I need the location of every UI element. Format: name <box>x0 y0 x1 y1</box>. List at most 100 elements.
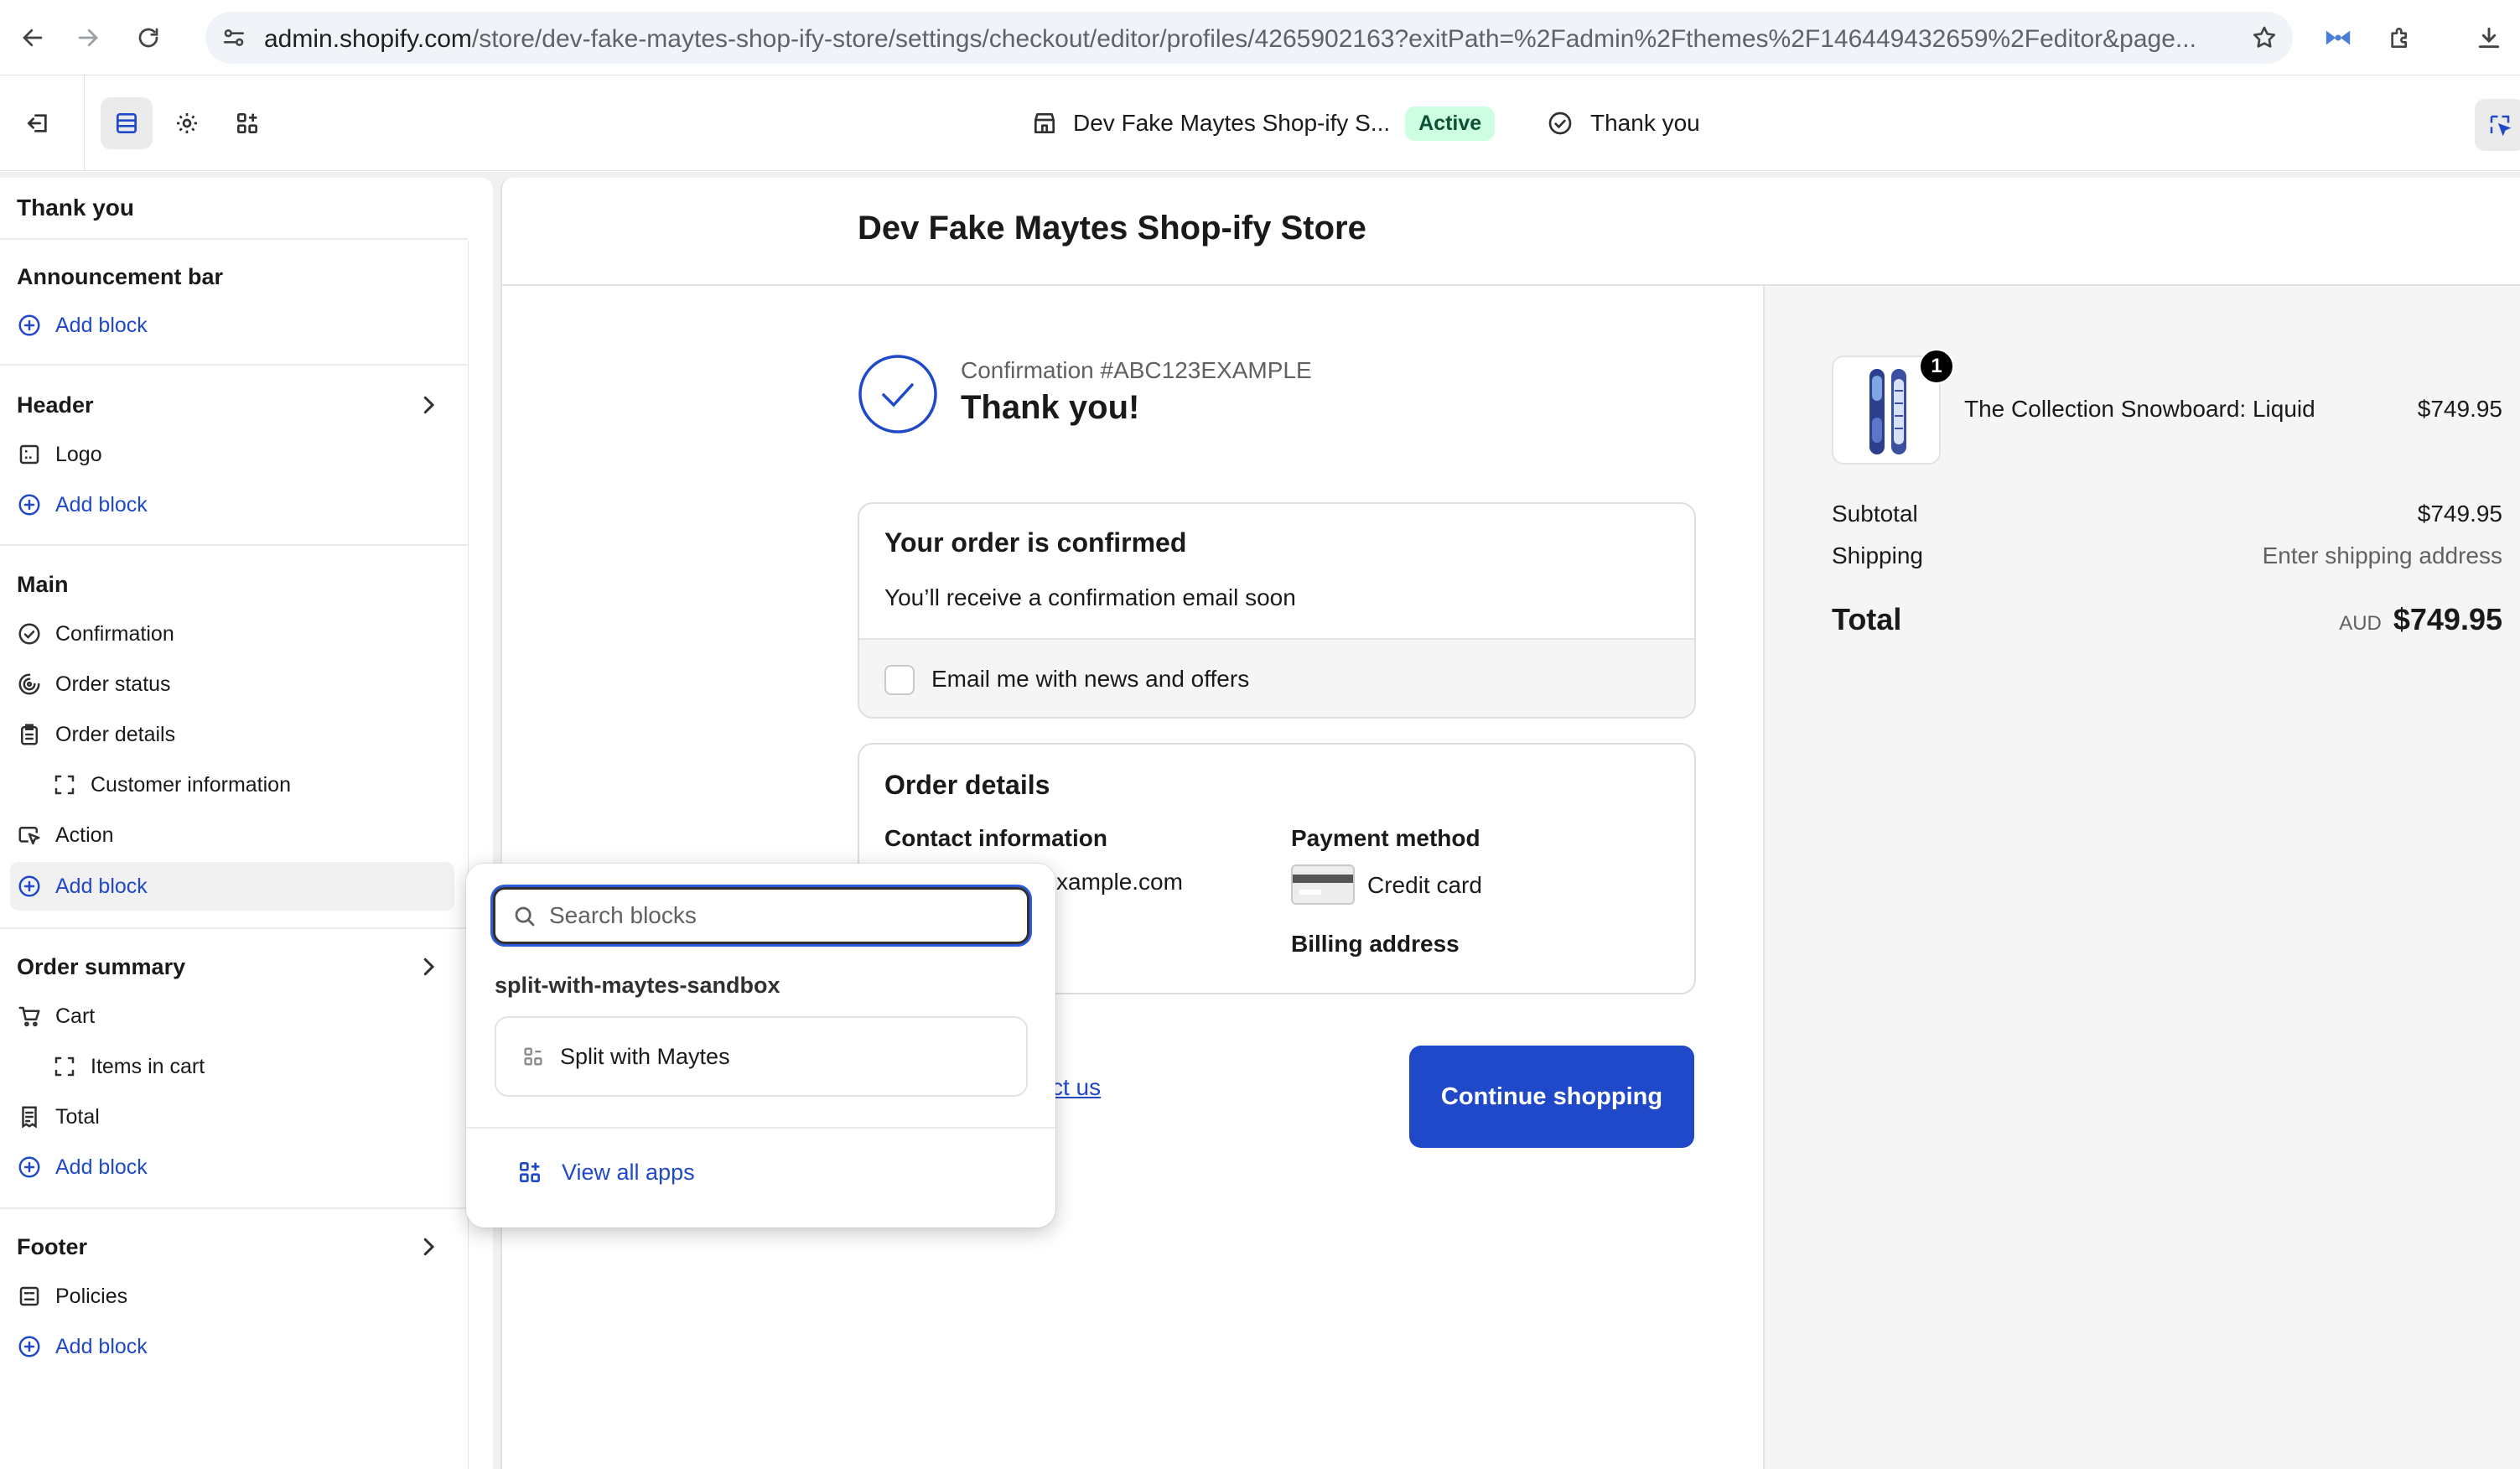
section-main[interactable]: Main <box>17 572 69 598</box>
item-label: Total <box>55 1104 100 1129</box>
add-block-footer[interactable]: Add block <box>17 1330 148 1363</box>
sections-sidebar: Thank you Announcement bar Add block Hea… <box>0 178 493 1469</box>
confirmation-number: Confirmation #ABC123EXAMPLE <box>961 357 1312 383</box>
toolbar-divider <box>84 75 85 171</box>
cart-icon <box>18 1006 40 1027</box>
split-with-maytes-label: Split with Maytes <box>560 1043 730 1069</box>
browser-toolbar: admin.shopify.com/store/dev-fake-maytes-… <box>0 0 2520 75</box>
thank-you-heading: Thank you! <box>961 389 1140 426</box>
store-selector[interactable]: Dev Fake Maytes Shop-ify S... Active <box>1031 75 1496 171</box>
section-header[interactable]: Header <box>17 392 94 418</box>
add-block-announcement[interactable]: Add block <box>17 309 148 342</box>
sidebar-item-items-in-cart[interactable]: Items in cart <box>52 1050 205 1083</box>
sidebar-item-order-status[interactable]: Order status <box>17 667 171 701</box>
reload-button[interactable] <box>129 18 168 57</box>
apps-button[interactable] <box>221 97 273 149</box>
email-optin-row[interactable]: Email me with news and offers <box>859 638 1694 717</box>
sidebar-item-total[interactable]: Total <box>17 1100 100 1134</box>
search-icon <box>515 906 535 927</box>
shipping-value: Enter shipping address <box>2262 542 2502 568</box>
contact-us-link[interactable]: ct us <box>1051 1074 1101 1101</box>
preview-header: Dev Fake Maytes Shop-ify Store <box>502 178 2520 286</box>
subtotal-row: Subtotal $749.95 <box>1832 501 2502 527</box>
back-button[interactable] <box>13 18 52 57</box>
total-label: Total <box>1832 602 1902 636</box>
section-announcement-bar[interactable]: Announcement bar <box>17 264 223 290</box>
sidebar-item-action[interactable]: Action <box>17 818 113 852</box>
placeholder-block-icon <box>54 1056 75 1077</box>
apps-icon <box>237 113 257 133</box>
extension-button[interactable] <box>2319 18 2357 57</box>
apps-icon <box>520 1162 540 1182</box>
sidebar-item-cart[interactable]: Cart <box>17 999 95 1033</box>
total-value: $749.95 <box>2393 602 2502 636</box>
item-label: Logo <box>55 442 102 466</box>
total-currency: AUD <box>2339 612 2382 635</box>
continue-shopping-button[interactable]: Continue shopping <box>1409 1046 1694 1148</box>
sidebar-item-customer-information[interactable]: Customer information <box>52 768 291 802</box>
chevron-right-icon[interactable] <box>416 392 441 418</box>
url-text: admin.shopify.com/store/dev-fake-maytes-… <box>264 25 2196 53</box>
address-bar[interactable]: admin.shopify.com/store/dev-fake-maytes-… <box>205 12 2293 64</box>
status-badge: Active <box>1405 106 1496 141</box>
add-block-header[interactable]: Add block <box>17 488 148 522</box>
puzzle-icon <box>2391 28 2407 48</box>
section-order-summary[interactable]: Order summary <box>17 954 185 980</box>
add-block-main[interactable]: Add block <box>17 869 148 903</box>
plus-circle-icon <box>18 1336 40 1357</box>
section-footer[interactable]: Footer <box>17 1234 87 1260</box>
exit-button[interactable] <box>12 97 64 149</box>
cursor-click-icon <box>18 827 40 845</box>
page-selector[interactable]: Thank you <box>1547 75 1700 171</box>
sections-button[interactable] <box>101 97 153 149</box>
order-summary-panel: 1 The Collection Snowboard: Liquid $749.… <box>1763 286 2520 1469</box>
downloads-button[interactable] <box>2470 18 2508 57</box>
plus-circle-icon <box>18 1156 40 1178</box>
split-with-maytes-block[interactable]: Split with Maytes <box>495 1016 1028 1097</box>
sidebar-item-confirmation[interactable]: Confirmation <box>17 617 174 651</box>
site-settings-icon <box>224 29 244 46</box>
check-circle-icon <box>1548 112 1572 135</box>
reload-icon <box>138 28 158 48</box>
store-name-label: Dev Fake Maytes Shop-ify S... <box>1073 110 1391 136</box>
contact-information-value: xample.com <box>1056 869 1183 895</box>
add-block-order-summary[interactable]: Add block <box>17 1150 148 1184</box>
inspector-button[interactable] <box>2475 99 2520 151</box>
item-label: Action <box>55 823 114 847</box>
chevron-right-icon[interactable] <box>416 1234 441 1259</box>
divider <box>0 364 468 366</box>
chevron-right-icon[interactable] <box>416 954 441 979</box>
plus-circle-icon <box>18 494 40 516</box>
extensions-menu-button[interactable] <box>2381 18 2419 57</box>
order-confirmed-card: Your order is confirmed You’ll receive a… <box>858 502 1696 719</box>
item-label: Order details <box>55 722 176 746</box>
arrow-left-icon <box>23 29 43 47</box>
add-block-label: Add block <box>55 874 148 898</box>
search-blocks-field[interactable] <box>493 887 1029 944</box>
gear-icon <box>177 113 197 133</box>
settings-button[interactable] <box>161 97 213 149</box>
sidebar-item-logo[interactable]: Logo <box>17 438 102 471</box>
search-blocks-input[interactable] <box>549 890 1019 942</box>
add-block-popover: split-with-maytes-sandbox Split with May… <box>466 864 1055 1228</box>
bookmark-star-icon[interactable] <box>2251 24 2278 51</box>
sidebar-item-order-details[interactable]: Order details <box>17 718 175 751</box>
sidebar-item-policies[interactable]: Policies <box>17 1280 127 1313</box>
cursor-select-icon <box>2490 115 2512 137</box>
divider <box>0 1207 468 1209</box>
forward-button[interactable] <box>69 18 107 57</box>
plus-circle-icon <box>18 875 40 897</box>
layout-sections-icon <box>117 113 137 133</box>
email-optin-checkbox[interactable] <box>884 665 915 695</box>
add-block-label: Add block <box>55 492 148 516</box>
policies-icon <box>19 1286 39 1306</box>
exit-icon <box>27 114 47 132</box>
contact-information-label: Contact information <box>884 825 1107 851</box>
app-block-icon <box>524 1047 542 1066</box>
editor-toolbar: Dev Fake Maytes Shop-ify S... Active Tha… <box>0 75 2520 171</box>
view-all-apps-link[interactable]: View all apps <box>516 1159 695 1186</box>
placeholder-block-icon <box>54 775 75 795</box>
view-all-apps-label: View all apps <box>562 1159 695 1185</box>
total-row: Total AUD $749.95 <box>1832 602 2502 637</box>
item-label: Policies <box>55 1284 128 1308</box>
